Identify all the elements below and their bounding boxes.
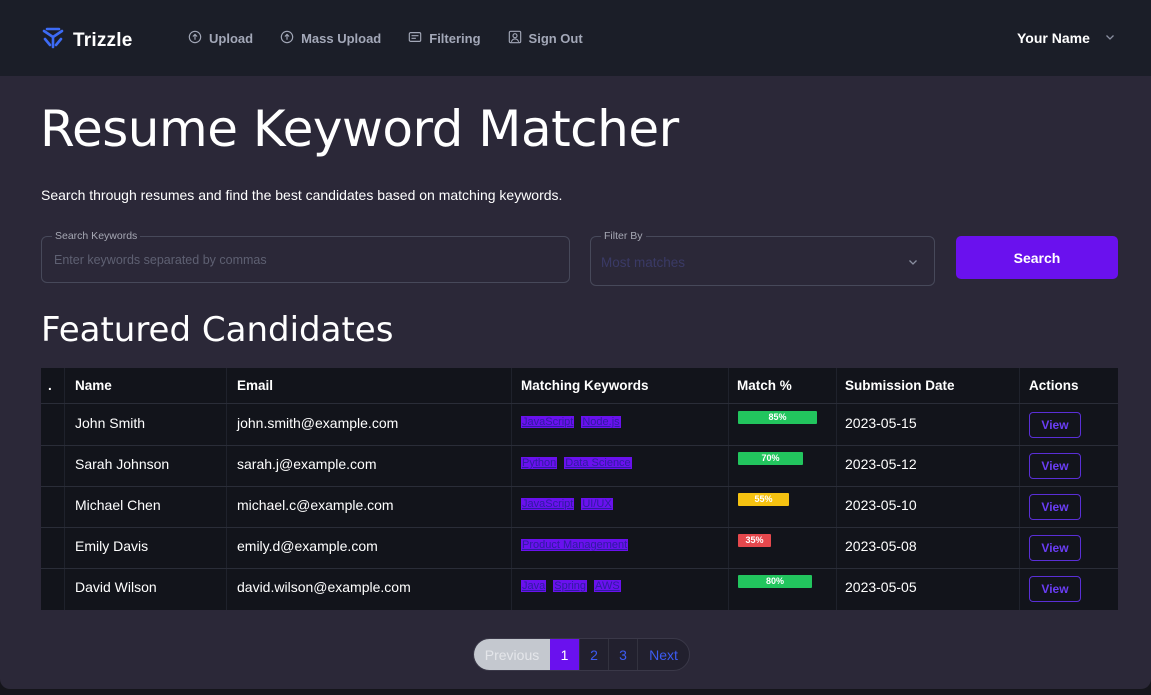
matching-keywords: Java Spring AWS xyxy=(521,580,628,592)
match-percentage-bar: 85% xyxy=(738,411,817,424)
user-menu[interactable]: Your Name xyxy=(1017,30,1116,46)
match-percentage-bar: 35% xyxy=(738,534,771,547)
view-button[interactable]: View xyxy=(1029,576,1081,602)
keyword-tag: UI/UX xyxy=(581,498,613,510)
view-button[interactable]: View xyxy=(1029,535,1081,561)
filter-by-label: Filter By xyxy=(601,230,646,242)
keyword-tag: Python xyxy=(521,457,558,469)
table-row: John Smith john.smith@example.com JavaSc… xyxy=(41,404,1118,446)
table-row: Michael Chen michael.c@example.com JavaS… xyxy=(41,486,1118,528)
search-keywords-input[interactable] xyxy=(54,251,554,269)
column-header-index: . xyxy=(48,378,52,393)
page-button-2[interactable]: 2 xyxy=(579,639,608,670)
view-button[interactable]: View xyxy=(1029,453,1081,479)
upload-icon xyxy=(280,30,301,47)
next-page-button[interactable]: Next xyxy=(637,639,689,670)
match-percentage-bar: 55% xyxy=(738,493,789,506)
match-percentage-bar: 80% xyxy=(738,575,812,588)
nav-filtering-label: Filtering xyxy=(429,31,481,46)
keyword-tag: JavaScript xyxy=(521,416,575,428)
page-button-1[interactable]: 1 xyxy=(550,639,579,670)
table-row: Sarah Johnson sarah.j@example.com Python… xyxy=(41,445,1118,487)
matching-keywords: Python Data Science xyxy=(521,457,639,469)
candidate-name: Emily Davis xyxy=(75,538,149,554)
nav-sign-out[interactable]: Sign Out xyxy=(508,30,583,47)
brand[interactable]: Trizzle xyxy=(41,26,132,55)
keyword-tag: Java xyxy=(521,580,547,592)
candidate-email: sarah.j@example.com xyxy=(237,456,377,472)
nav-links: Upload Mass Upload Filtering Sign Out xyxy=(188,30,610,47)
column-header-keywords[interactable]: Matching Keywords xyxy=(521,378,649,393)
filter-list-icon xyxy=(408,30,429,47)
filter-by-select[interactable]: Filter By Most matches xyxy=(590,230,935,286)
candidate-name: David Wilson xyxy=(75,579,157,595)
featured-candidates-heading: Featured Candidates xyxy=(41,310,394,350)
submission-date: 2023-05-10 xyxy=(845,497,917,513)
keyword-tag: AWS xyxy=(594,580,621,592)
keyword-tag: Spring xyxy=(553,580,588,592)
table-header: . Name Email Matching Keywords Match % S… xyxy=(41,368,1118,404)
user-name: Your Name xyxy=(1017,30,1090,46)
search-keywords-field: Search Keywords xyxy=(41,230,570,283)
submission-date: 2023-05-05 xyxy=(845,579,917,595)
chevron-down-icon xyxy=(1090,30,1116,46)
view-button[interactable]: View xyxy=(1029,494,1081,520)
nav-sign-out-label: Sign Out xyxy=(528,31,583,46)
match-percentage-bar: 70% xyxy=(738,452,803,465)
column-header-email[interactable]: Email xyxy=(237,378,273,393)
candidate-name: Sarah Johnson xyxy=(75,456,170,472)
search-keywords-label: Search Keywords xyxy=(52,230,141,242)
keyword-tag: Node.js xyxy=(581,416,621,428)
view-button[interactable]: View xyxy=(1029,412,1081,438)
matching-keywords: Product Management xyxy=(521,539,635,551)
filter-by-value: Most matches xyxy=(601,255,686,270)
candidate-email: emily.d@example.com xyxy=(237,538,378,554)
pagination: Previous 1 2 3 Next xyxy=(473,638,690,671)
keyword-tag: Product Management xyxy=(521,539,629,551)
matching-keywords: JavaScript Node.js xyxy=(521,416,628,428)
previous-page-button[interactable]: Previous xyxy=(474,639,550,670)
nav-upload-label: Upload xyxy=(209,31,254,46)
column-header-actions: Actions xyxy=(1029,378,1079,393)
column-header-match[interactable]: Match % xyxy=(737,378,792,393)
page-button-3[interactable]: 3 xyxy=(608,639,637,670)
brand-name: Trizzle xyxy=(73,29,133,51)
top-navbar: Trizzle Upload Mass Upload Filtering Sig… xyxy=(0,0,1151,76)
candidate-name: Michael Chen xyxy=(75,497,161,513)
candidate-name: John Smith xyxy=(75,415,146,431)
nav-mass-upload-label: Mass Upload xyxy=(301,31,382,46)
user-icon xyxy=(508,30,529,47)
search-button[interactable]: Search xyxy=(956,236,1118,279)
submission-date: 2023-05-15 xyxy=(845,415,917,431)
trizzle-logo-icon xyxy=(41,26,65,55)
page-subtitle: Search through resumes and find the best… xyxy=(41,187,563,203)
candidate-email: john.smith@example.com xyxy=(237,415,399,431)
submission-date: 2023-05-12 xyxy=(845,456,917,472)
nav-mass-upload[interactable]: Mass Upload xyxy=(280,30,381,47)
submission-date: 2023-05-08 xyxy=(845,538,917,554)
candidate-email: michael.c@example.com xyxy=(237,497,394,513)
nav-filtering[interactable]: Filtering xyxy=(408,30,481,47)
column-header-date[interactable]: Submission Date xyxy=(845,378,955,393)
nav-upload[interactable]: Upload xyxy=(188,30,253,47)
table-row: David Wilson david.wilson@example.com Ja… xyxy=(41,568,1118,610)
column-header-name[interactable]: Name xyxy=(75,378,112,393)
table-row: Emily Davis emily.d@example.com Product … xyxy=(41,527,1118,569)
keyword-tag: JavaScript xyxy=(521,498,575,510)
upload-icon xyxy=(188,30,209,47)
page-title: Resume Keyword Matcher xyxy=(40,100,679,158)
candidate-email: david.wilson@example.com xyxy=(237,579,411,595)
candidates-table: . Name Email Matching Keywords Match % S… xyxy=(41,368,1118,610)
keyword-tag: Data Science xyxy=(564,457,632,469)
app-page: Trizzle Upload Mass Upload Filtering Sig… xyxy=(0,0,1151,689)
matching-keywords: JavaScript UI/UX xyxy=(521,498,620,510)
